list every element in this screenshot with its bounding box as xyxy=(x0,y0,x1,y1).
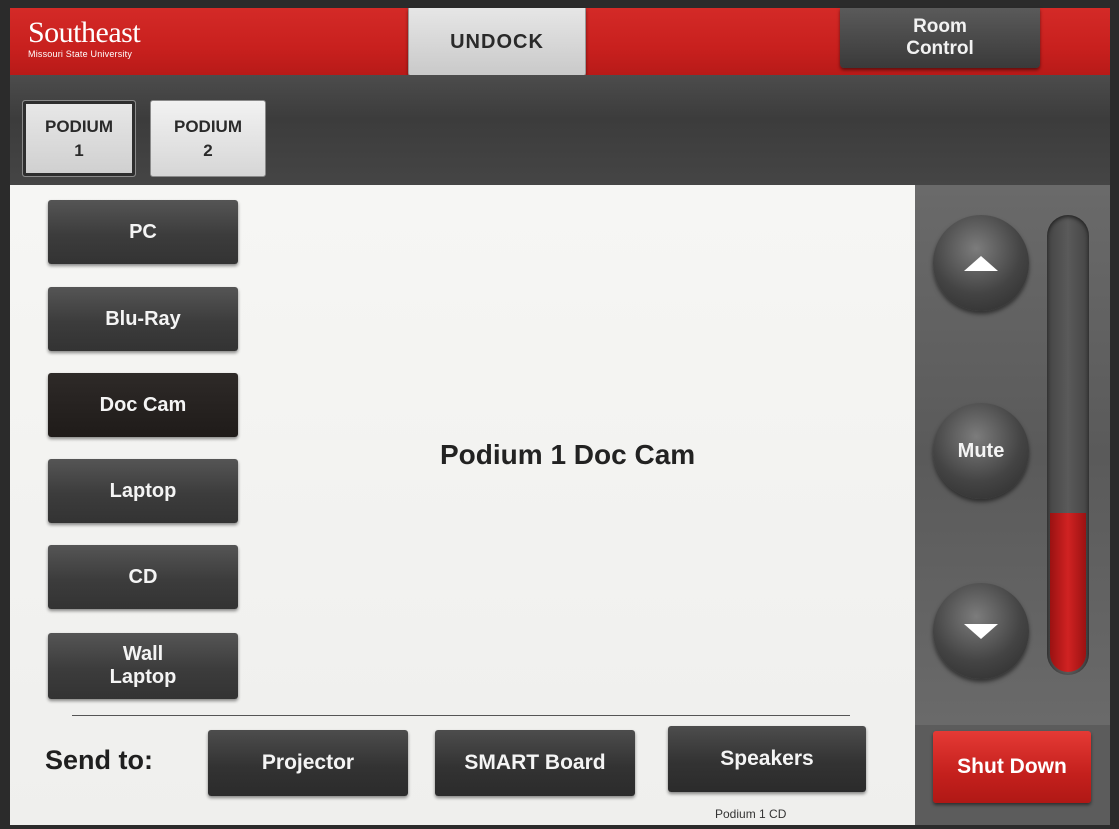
send-to-speakers-button[interactable]: Speakers xyxy=(668,726,866,792)
room-control-button[interactable]: Room Control xyxy=(840,8,1040,68)
source-button-wall-laptop[interactable]: Wall Laptop xyxy=(48,633,238,699)
source-button-cd[interactable]: CD xyxy=(48,545,238,609)
main-panel: PC Blu-Ray Doc Cam Laptop CD Wall Laptop… xyxy=(10,185,915,825)
wall-laptop-label-line1: Wall xyxy=(122,643,164,665)
volume-panel: Mute xyxy=(915,185,1110,725)
undock-button[interactable]: UNDOCK xyxy=(408,8,586,77)
university-logo: Southeast Missouri State University xyxy=(28,16,141,60)
header-bar: Southeast Missouri State University UNDO… xyxy=(10,8,1110,77)
volume-level-bar[interactable] xyxy=(1047,215,1089,675)
shut-down-button[interactable]: Shut Down xyxy=(933,731,1091,803)
volume-down-button[interactable] xyxy=(933,583,1029,679)
current-source-label: Podium 1 Doc Cam xyxy=(440,439,696,470)
tab-podium-1[interactable]: PODIUM 1 xyxy=(22,100,136,177)
podium-tab-strip: PODIUM 1 PODIUM 2 xyxy=(10,75,1110,185)
shutdown-panel: Shut Down xyxy=(915,725,1110,825)
source-button-doccam[interactable]: Doc Cam xyxy=(48,373,238,437)
tab-podium-2-number: 2 xyxy=(203,140,213,160)
mute-button[interactable]: Mute xyxy=(933,403,1029,499)
room-control-label-line1: Room xyxy=(913,16,967,37)
triangle-up-icon xyxy=(964,255,998,271)
send-to-projector-button[interactable]: Projector xyxy=(208,730,408,796)
wall-laptop-label-line2: Laptop xyxy=(109,666,177,688)
send-to-smartboard-button[interactable]: SMART Board xyxy=(435,730,635,796)
tab-podium-2[interactable]: PODIUM 2 xyxy=(150,100,266,177)
send-to-label: Send to: xyxy=(45,745,153,775)
logo-subtitle: Missouri State University xyxy=(28,49,133,59)
tab-podium-1-label: PODIUM xyxy=(45,116,113,136)
room-control-label-line2: Control xyxy=(906,38,974,59)
speakers-source-caption: Podium 1 CD xyxy=(715,807,787,821)
tab-podium-2-label: PODIUM xyxy=(174,116,242,136)
source-button-laptop[interactable]: Laptop xyxy=(48,459,238,523)
logo-brand: Southeast xyxy=(28,16,141,49)
triangle-down-icon xyxy=(964,623,998,639)
tab-podium-1-number: 1 xyxy=(74,140,84,160)
divider xyxy=(72,715,850,716)
source-button-pc[interactable]: PC xyxy=(48,200,238,264)
volume-level-fill xyxy=(1050,513,1086,672)
source-button-bluray[interactable]: Blu-Ray xyxy=(48,287,238,351)
volume-up-button[interactable] xyxy=(933,215,1029,311)
